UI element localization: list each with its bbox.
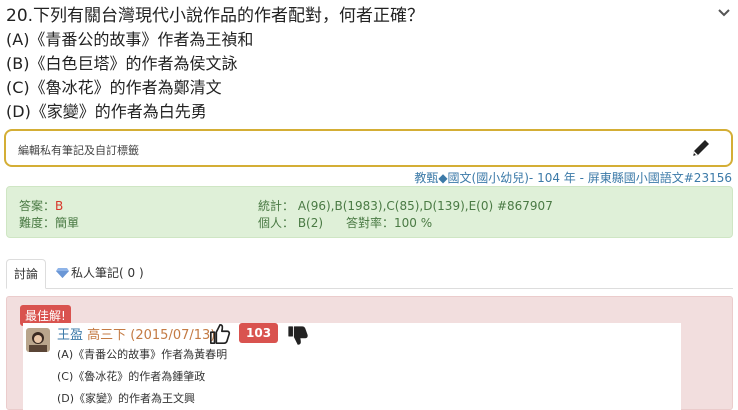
author-name[interactable]: 王盈 <box>57 328 83 343</box>
stats-panel: 答案：B 難度：簡單 統計： A(96),B(1983),C(85),D(139… <box>6 186 733 238</box>
chevron-down-icon[interactable] <box>716 4 732 20</box>
author-meta: 高三下 (2015/07/13) <box>87 328 216 343</box>
thumbs-down-icon[interactable] <box>287 325 309 347</box>
answer-author[interactable]: 王盈 高三下 (2015/07/13) <box>57 324 215 343</box>
tab-private-notes-label: 私人筆記( 0 ) <box>71 266 144 280</box>
question-block: 20.下列有關台灣現代小說作品的作者配對，何者正確？ (A)《青番公的故事》作者… <box>6 4 706 124</box>
tab-bar: 討論 私人筆記( 0 ) <box>6 259 733 289</box>
answer-line: (D)《家變》的作者為王文興 <box>57 392 196 405</box>
note-placeholder: 編輯私有筆記及自訂標籤 <box>18 144 139 157</box>
best-answer-area: 最佳解! 王盈 高三下 (2015/07/13) 103 (A)《青番公的故事》… <box>6 296 733 410</box>
personal-stats: 個人： B(2) <box>258 216 324 230</box>
option-d: (D)《家變》的作者為白先勇 <box>6 102 207 121</box>
tab-private-notes[interactable]: 私人筆記( 0 ) <box>56 259 144 289</box>
question-title: 20.下列有關台灣現代小說作品的作者配對，何者正確？ <box>6 6 425 26</box>
gem-icon <box>56 268 69 278</box>
answer-row: 答案：B <box>19 197 63 214</box>
answer-line: (A)《青番公的故事》作者為黃春明 <box>57 348 228 361</box>
difficulty: 難度：簡單 <box>19 216 80 230</box>
option-b: (B)《白色巨塔》的作者為侯文詠 <box>6 54 238 73</box>
thumbs-up-icon[interactable] <box>209 323 231 345</box>
answer-card: 王盈 高三下 (2015/07/13) 103 (A)《青番公的故事》作者為黃春… <box>23 323 681 410</box>
tab-discussion[interactable]: 討論 <box>6 259 46 289</box>
correct-rate: 答對率：100 % <box>346 216 433 230</box>
avatar[interactable] <box>26 328 50 352</box>
like-count: 103 <box>239 323 279 343</box>
option-c: (C)《魯冰花》的作者為鄭清文 <box>6 78 222 97</box>
pencil-icon[interactable] <box>689 136 713 160</box>
answer-line: (C)《魯冰花》的作者為鍾肇政 <box>57 370 206 383</box>
exam-detail-link[interactable]: 104 年 - 屏東縣國小國語文#23156 <box>537 171 732 185</box>
stats-line: 統計： A(96),B(1983),C(85),D(139),E(0) #867… <box>258 199 553 213</box>
answer-label: 答案： <box>19 199 56 213</box>
question-source[interactable]: 教甄◆國文(國小幼兒)- 104 年 - 屏東縣國小國語文#23156 <box>414 169 732 186</box>
category-link[interactable]: 教甄◆國文(國小幼兒) <box>414 171 529 185</box>
option-a: (A)《青番公的故事》作者為王禎和 <box>6 30 254 49</box>
private-note-box[interactable]: 編輯私有筆記及自訂標籤 <box>4 129 733 167</box>
answer-value: B <box>55 199 64 213</box>
